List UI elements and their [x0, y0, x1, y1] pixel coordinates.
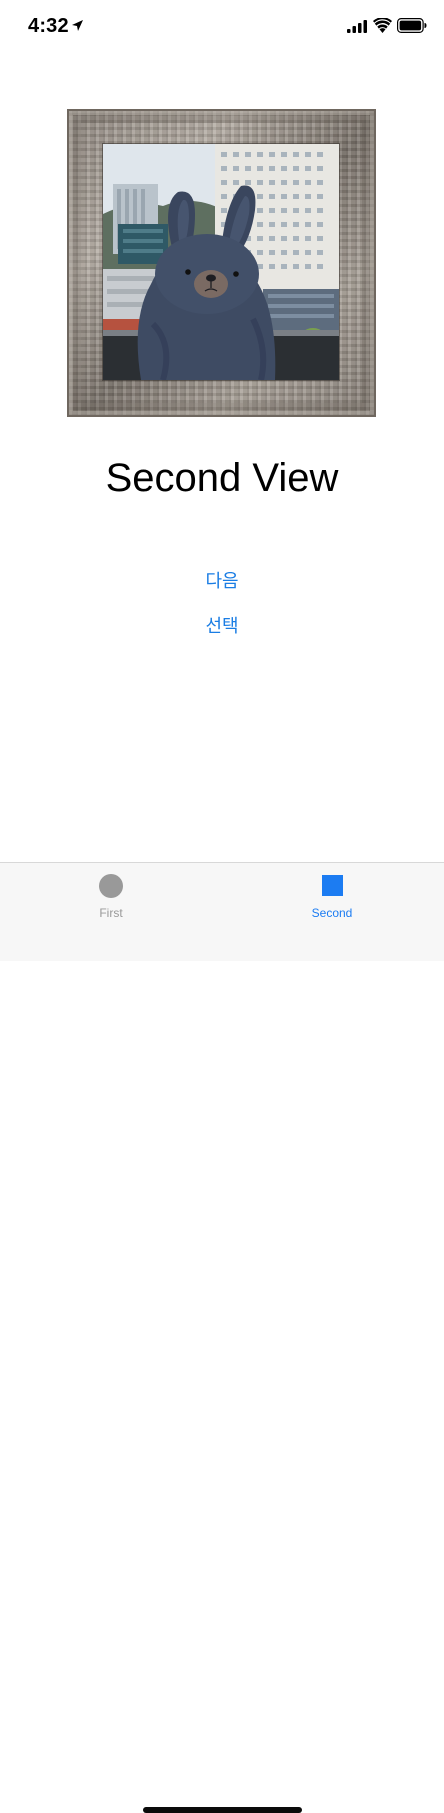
select-button[interactable]: 선택: [172, 612, 272, 642]
tab-second[interactable]: Second: [277, 863, 387, 927]
square-icon: [322, 875, 343, 896]
location-arrow-icon: [72, 20, 83, 31]
tab-second-label: Second: [311, 906, 353, 920]
circle-icon: [99, 874, 123, 898]
tab-bar: First Second: [0, 862, 444, 1813]
battery-icon: [397, 18, 427, 33]
home-indicator[interactable]: [143, 1807, 302, 1813]
status-bar: 4:32: [0, 0, 444, 54]
status-time: 4:32: [28, 15, 69, 37]
photo-mat: [103, 144, 339, 380]
cellular-signal-icon: [347, 20, 367, 33]
page-title: Second View: [105, 456, 339, 500]
tab-first-label: First: [99, 906, 123, 920]
next-button[interactable]: 다음: [172, 567, 272, 597]
photo-frame: [67, 109, 376, 417]
bunny-photo: [103, 144, 339, 380]
tab-first[interactable]: First: [56, 863, 166, 927]
wifi-icon: [373, 18, 392, 33]
